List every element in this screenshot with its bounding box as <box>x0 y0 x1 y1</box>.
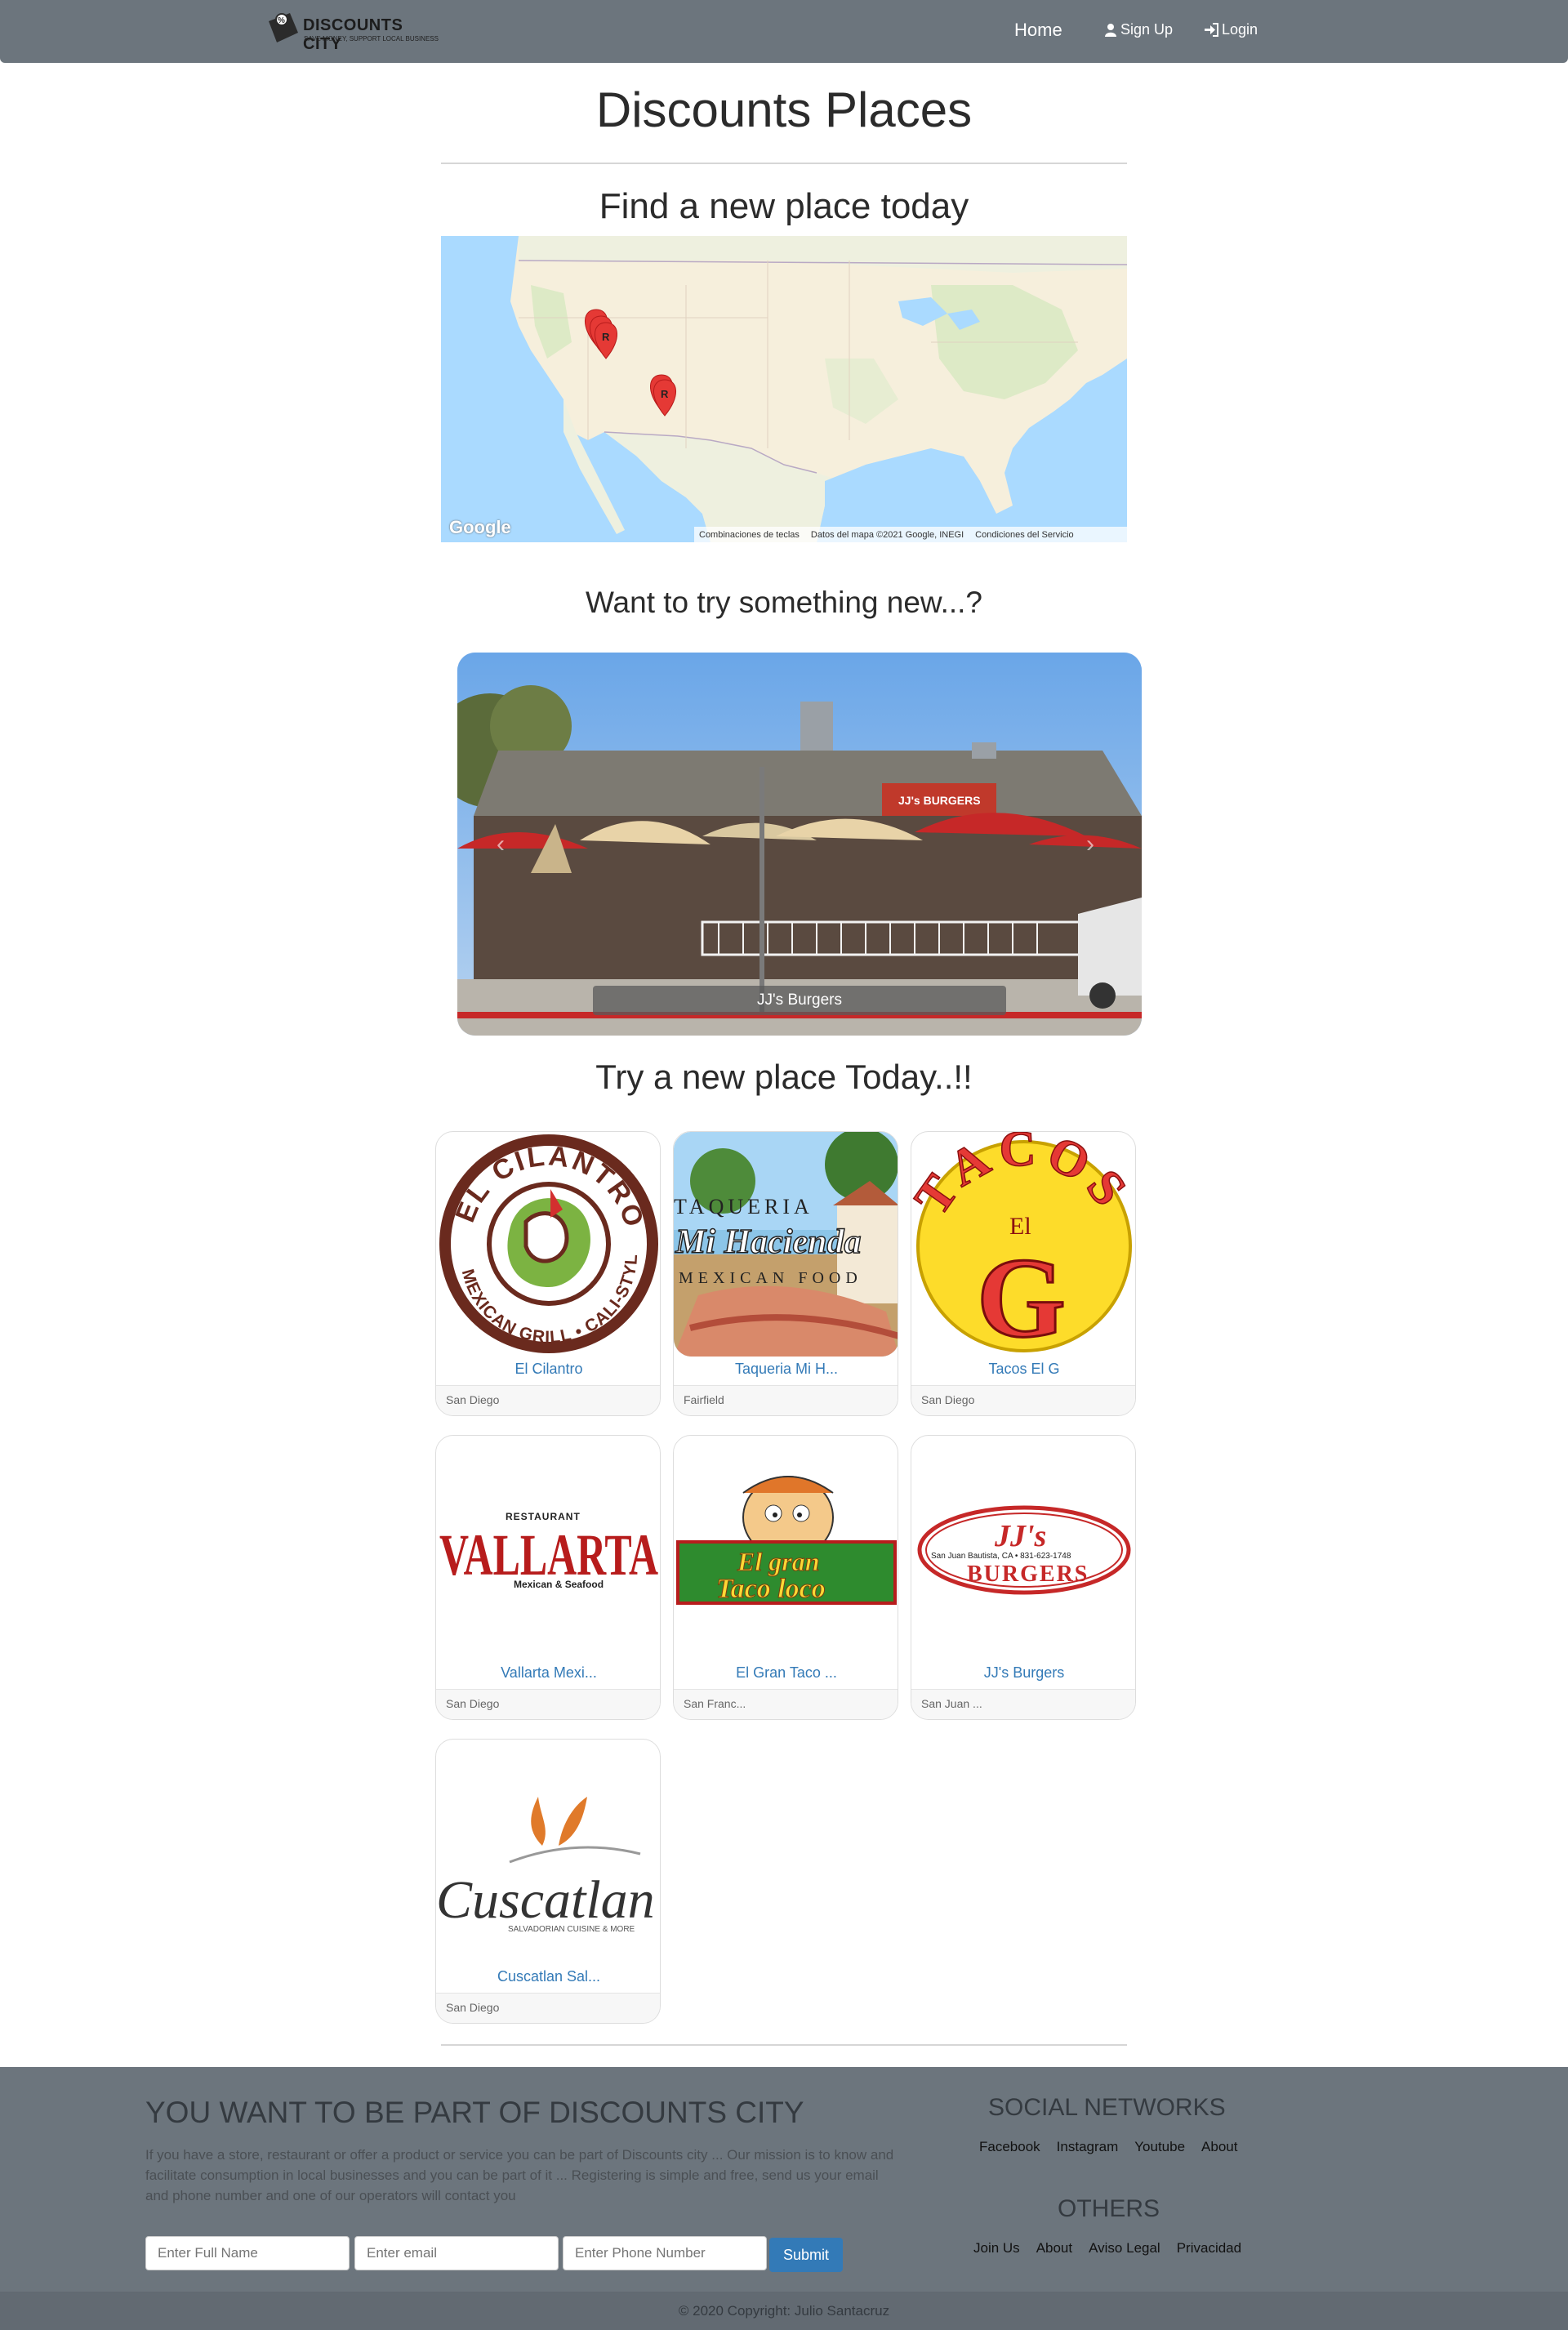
logo-text: San Juan Bautista, CA • 831-623-1748 <box>931 1552 1071 1561</box>
logo-text: El gran <box>737 1547 819 1576</box>
logo-text: RESTAURANT <box>506 1511 581 1522</box>
nav-home-link[interactable]: Home <box>1014 20 1062 41</box>
place-card[interactable]: EL CILANTRO MEXICAN GRILL • CALI-STYLE E… <box>435 1131 661 1416</box>
about-link[interactable]: About <box>1201 2139 1237 2155</box>
store-sign: JJ's BURGERS <box>898 794 981 807</box>
place-card[interactable]: JJ's San Juan Bautista, CA • 831-623-174… <box>911 1435 1136 1720</box>
phone-input[interactable] <box>563 2236 767 2270</box>
marker-label: R <box>661 388 669 400</box>
divider <box>441 163 1127 164</box>
navbar: % DISCOUNTS CITY SAVE MONEY, SUPPORT LOC… <box>0 0 1568 63</box>
privacidad-link[interactable]: Privacidad <box>1177 2240 1241 2256</box>
place-name-link[interactable]: Tacos El G <box>911 1361 1135 1378</box>
youtube-link[interactable]: Youtube <box>1134 2139 1185 2155</box>
about-link[interactable]: About <box>1036 2240 1072 2256</box>
nav-login-link[interactable]: Login <box>1204 21 1258 38</box>
map-terms-link[interactable]: Condiciones del Servicio <box>975 530 1073 540</box>
place-name-link[interactable]: Vallarta Mexi... <box>436 1664 660 1682</box>
place-name-link[interactable]: JJ's Burgers <box>911 1664 1135 1682</box>
place-logo: EL CILANTRO MEXICAN GRILL • CALI-STYLE <box>436 1132 658 1353</box>
place-card[interactable]: El gran Taco loco El Gran Taco ... San F… <box>673 1435 898 1720</box>
carousel-next-button[interactable]: › <box>1086 831 1094 858</box>
place-card[interactable]: Cuscatlan SALVADORIAN CUISINE & MORE Cus… <box>435 1739 661 2024</box>
marker-label: R <box>602 331 610 343</box>
page-title: Discounts Places <box>595 82 973 137</box>
facebook-link[interactable]: Facebook <box>979 2139 1040 2155</box>
place-name-link[interactable]: Cuscatlan Sal... <box>436 1968 660 1985</box>
logo-text: MEXICAN FOOD <box>679 1269 862 1287</box>
full-name-input[interactable] <box>145 2236 350 2270</box>
google-logo: Google <box>449 517 511 537</box>
place-city: San Diego <box>436 1993 660 2023</box>
places-map[interactable]: R R Google Combinaciones de teclas Datos… <box>441 236 1127 542</box>
email-input[interactable] <box>354 2236 559 2270</box>
logo-text: SALVADORIAN CUISINE & MORE <box>508 1925 635 1934</box>
copyright: © 2020 Copyright: Julio Santacruz <box>0 2292 1568 2330</box>
svg-text:%: % <box>278 16 285 25</box>
logo-text: VALLARTA <box>439 1522 658 1588</box>
others-title: OTHERS <box>1058 2195 1160 2222</box>
logo-text: JJ's <box>994 1519 1046 1553</box>
logo-text: Taco loco <box>716 1574 826 1604</box>
wallet-icon: % <box>269 13 298 42</box>
place-card[interactable]: TAQUERIA Mi Hacienda MEXICAN FOOD Taquer… <box>673 1131 898 1416</box>
map-canvas[interactable]: R R <box>441 236 1127 542</box>
aviso-legal-link[interactable]: Aviso Legal <box>1089 2240 1160 2256</box>
social-links: Facebook Instagram Youtube About <box>979 2139 1237 2155</box>
find-heading: Find a new place today <box>599 186 969 226</box>
divider <box>441 2044 1127 2046</box>
logo-text: TAQUERIA <box>674 1195 813 1218</box>
nav-login-label: Login <box>1222 21 1258 38</box>
logo-text: G <box>977 1235 1066 1357</box>
place-name-link[interactable]: El Cilantro <box>436 1361 660 1378</box>
place-city: San Juan ... <box>911 1689 1135 1719</box>
place-card[interactable]: RESTAURANT VALLARTA Mexican & Seafood Va… <box>435 1435 661 1720</box>
map-data-credit: Datos del mapa ©2021 Google, INEGI <box>810 529 964 540</box>
nav-signup-link[interactable]: Sign Up <box>1104 21 1173 38</box>
footer-description: If you have a store, restaurant or offer… <box>145 2147 894 2203</box>
logo-text: Cuscatlan <box>436 1870 655 1930</box>
place-city: San Diego <box>436 1385 660 1415</box>
logo-text: Mexican & Seafood <box>514 1579 604 1590</box>
carousel-prev-button[interactable]: ‹ <box>497 831 505 858</box>
brand-subtitle: SAVE MONEY, SUPPORT LOCAL BUSINESS <box>304 35 439 42</box>
others-links: Join Us About Aviso Legal Privacidad <box>973 2240 1241 2256</box>
place-logo: TACOS El G <box>911 1132 1135 1357</box>
brand-logo[interactable]: % DISCOUNTS CITY SAVE MONEY, SUPPORT LOC… <box>265 8 439 53</box>
user-icon <box>1105 24 1116 37</box>
place-logo: El gran Taco loco <box>676 1476 897 1605</box>
logo-text: Mi Hacienda <box>675 1223 862 1261</box>
submit-button[interactable]: Submit <box>769 2238 843 2272</box>
place-name-link[interactable]: Taqueria Mi H... <box>674 1361 898 1378</box>
place-city: San Franc... <box>674 1689 898 1719</box>
featured-carousel[interactable]: JJ's BURGERS ‹ › JJ's Burgers <box>457 653 1142 1036</box>
place-logo: Cuscatlan SALVADORIAN CUISINE & MORE <box>436 1797 655 1934</box>
nav-signup-label: Sign Up <box>1120 21 1174 38</box>
carousel-image: JJ's BURGERS <box>457 653 1142 1036</box>
map-attribution: Combinaciones de teclas Datos del mapa ©… <box>694 527 1127 542</box>
try-today-heading: Try a new place Today..!! <box>595 1058 973 1096</box>
place-logo: TAQUERIA Mi Hacienda MEXICAN FOOD <box>674 1132 898 1357</box>
try-something-heading: Want to try something new...? <box>585 586 983 619</box>
social-networks-title: SOCIAL NETWORKS <box>988 2094 1226 2121</box>
instagram-link[interactable]: Instagram <box>1057 2139 1119 2155</box>
footer-title: YOU WANT TO BE PART OF DISCOUNTS CITY <box>145 2096 804 2129</box>
place-city: San Diego <box>911 1385 1135 1415</box>
logo-text: BURGERS <box>967 1562 1089 1587</box>
login-icon <box>1205 23 1218 37</box>
place-card[interactable]: TACOS El G Tacos El G San Diego <box>911 1131 1136 1416</box>
join-us-link[interactable]: Join Us <box>973 2240 1020 2256</box>
place-city: San Diego <box>436 1689 660 1719</box>
place-logo: JJ's San Juan Bautista, CA • 831-623-174… <box>917 1505 1131 1595</box>
place-city: Fairfield <box>674 1385 898 1415</box>
carousel-caption: JJ's Burgers <box>593 986 1006 1015</box>
place-logo: RESTAURANT VALLARTA Mexican & Seafood <box>439 1511 658 1590</box>
footer: YOU WANT TO BE PART OF DISCOUNTS CITY If… <box>0 2067 1568 2330</box>
map-shortcuts-link[interactable]: Combinaciones de teclas <box>699 530 800 540</box>
place-name-link[interactable]: El Gran Taco ... <box>674 1664 898 1682</box>
